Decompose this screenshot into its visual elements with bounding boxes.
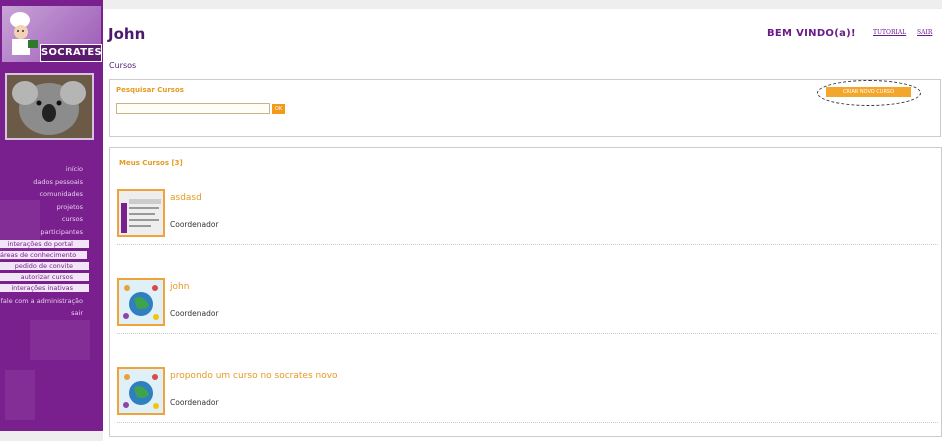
my-courses-title: Meus Cursos [3] bbox=[119, 159, 183, 167]
sidebar-item-interacoes-inativas[interactable]: interações inativas bbox=[0, 283, 89, 292]
sidebar-menu: início dados pessoais comunidades projet… bbox=[0, 163, 103, 320]
search-label: Pesquisar Cursos bbox=[116, 86, 184, 94]
user-avatar bbox=[5, 73, 94, 140]
sidebar-item-inicio[interactable]: início bbox=[0, 163, 103, 176]
course-name-link[interactable]: propondo um curso no socrates novo bbox=[170, 371, 338, 381]
divider bbox=[117, 244, 938, 245]
logout-link[interactable]: SAIR bbox=[917, 29, 932, 36]
sidebar-item-dados-pessoais[interactable]: dados pessoais bbox=[0, 176, 103, 189]
sidebar-item-sair[interactable]: sair bbox=[0, 307, 103, 320]
sidebar-item-pedido-convite[interactable]: pedido de convite bbox=[0, 261, 89, 270]
sidebar-item-interacoes-portal[interactable]: interações do portal bbox=[0, 239, 89, 248]
course-thumbnail[interactable] bbox=[117, 189, 165, 237]
sidebar-pattern bbox=[30, 320, 90, 360]
sidebar-item-cursos[interactable]: cursos bbox=[0, 213, 103, 226]
sidebar-item-participantes[interactable]: participantes bbox=[0, 226, 103, 239]
brand-label: SOCRATES bbox=[40, 44, 102, 62]
page-title: John bbox=[108, 25, 146, 43]
sidebar-item-comunidades[interactable]: comunidades bbox=[0, 188, 103, 201]
create-course-button[interactable]: CRIAR NOVO CURSO bbox=[826, 87, 911, 97]
chef-mascot-icon bbox=[10, 12, 38, 55]
search-input[interactable] bbox=[116, 103, 270, 114]
course-item: john Coordenador bbox=[117, 278, 938, 336]
section-title: Cursos bbox=[109, 61, 137, 70]
course-role: Coordenador bbox=[170, 398, 219, 407]
sidebar-item-areas-conhecimento[interactable]: áreas de conhecimento bbox=[0, 250, 87, 259]
course-role: Coordenador bbox=[170, 220, 219, 229]
course-name-link[interactable]: john bbox=[170, 282, 189, 292]
tutorial-link[interactable]: TUTORIAL bbox=[873, 29, 906, 36]
sidebar: SOCRATES início dados pessoais comunidad… bbox=[0, 0, 103, 431]
course-thumbnail[interactable] bbox=[117, 367, 165, 415]
welcome-message: BEM VINDO(a)! bbox=[767, 28, 856, 39]
course-item: propondo um curso no socrates novo Coord… bbox=[117, 367, 938, 425]
socrates-logo[interactable]: SOCRATES bbox=[2, 6, 102, 62]
sidebar-pattern bbox=[5, 370, 35, 420]
sidebar-item-autorizar-cursos[interactable]: autorizar cursos bbox=[0, 272, 89, 281]
sidebar-item-fale-administracao[interactable]: fale com a administração bbox=[0, 295, 103, 308]
course-role: Coordenador bbox=[170, 309, 219, 318]
course-thumbnail[interactable] bbox=[117, 278, 165, 326]
divider bbox=[117, 333, 938, 334]
course-name-link[interactable]: asdasd bbox=[170, 193, 202, 203]
sidebar-item-projetos[interactable]: projetos bbox=[0, 201, 103, 214]
course-item: asdasd Coordenador bbox=[117, 189, 938, 247]
divider bbox=[117, 422, 938, 423]
search-ok-button[interactable]: OK bbox=[272, 104, 285, 114]
